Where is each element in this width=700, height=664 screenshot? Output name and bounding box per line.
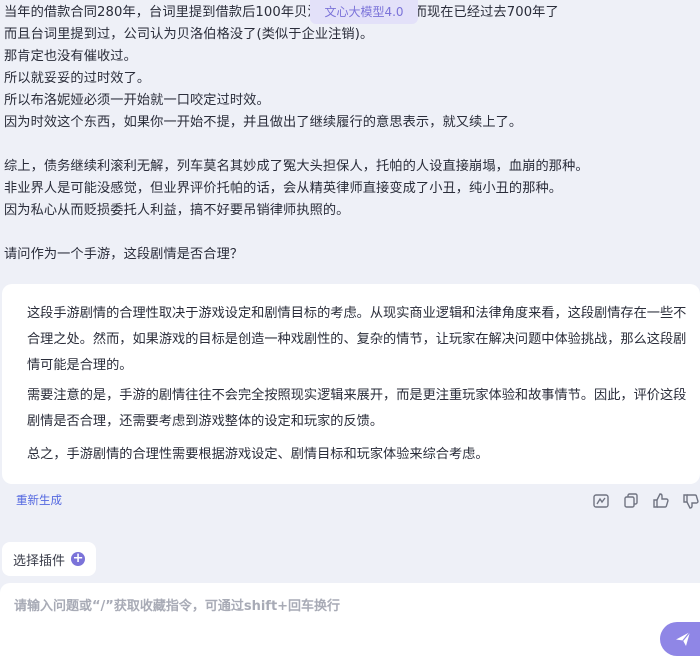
user-message-question: 请问作为一个手游，这段剧情是否合理？ bbox=[4, 247, 244, 262]
answer-footer: 重新生成 bbox=[0, 490, 700, 512]
user-message-blank-line bbox=[4, 222, 694, 244]
user-message-blank-line bbox=[4, 134, 694, 156]
thumbs-down-icon[interactable] bbox=[682, 492, 700, 510]
user-message-line: 所以就妥妥的过时效了。 bbox=[4, 71, 151, 86]
user-message-line: 而且台词里提到过，公司认为贝洛伯格没了(类似于企业注销)。 bbox=[4, 27, 374, 42]
thumbs-up-icon[interactable] bbox=[652, 492, 670, 510]
answer-paragraph: 这段手游剧情的合理性取决于游戏设定和剧情目标的考虑。从现实商业逻辑和法律角度来看… bbox=[27, 306, 687, 373]
send-icon bbox=[676, 631, 691, 646]
answer-actions bbox=[592, 492, 700, 510]
select-plugin-button[interactable]: 选择插件 + bbox=[2, 542, 96, 576]
copy-icon[interactable] bbox=[622, 492, 640, 510]
select-plugin-label: 选择插件 bbox=[13, 553, 66, 569]
user-message-line: 因为私心从而贬损委托人利益，搞不好要吊销律师执照的。 bbox=[4, 203, 350, 218]
answer-card: 这段手游剧情的合理性取决于游戏设定和剧情目标的考虑。从现实商业逻辑和法律角度来看… bbox=[2, 284, 700, 484]
user-message: 当年的借款合同280年，台词里提到借款后100年贝洛伯格就倒闭了，而现在已经过去… bbox=[4, 2, 694, 266]
send-button[interactable] bbox=[660, 622, 700, 656]
plus-icon: + bbox=[71, 551, 86, 566]
user-message-line: 非业界人是可能没感觉，但业界评价托帕的话，会从精英律师直接变成了小丑，纯小丑的那… bbox=[4, 181, 563, 196]
user-message-line: 综上，债务继续利滚利无解，列车莫名其妙成了冤大头担保人，托帕的人设直接崩塌，血崩… bbox=[4, 159, 589, 174]
answer-paragraph: 总之，手游剧情的合理性需要根据游戏设定、剧情目标和玩家体验来综合考虑。 bbox=[27, 447, 489, 462]
chart-icon[interactable] bbox=[592, 492, 610, 510]
answer-paragraph: 需要注意的是，手游的剧情往往不会完全按照现实逻辑来展开，而是更注重玩家体验和故事… bbox=[27, 388, 687, 429]
user-message-line: 那肯定也没有催收过。 bbox=[4, 49, 137, 64]
model-badge: 文心大模型4.0 bbox=[310, 0, 418, 24]
user-message-line: 所以布洛妮娅必须一开始就一口咬定过时效。 bbox=[4, 93, 270, 108]
chat-input[interactable] bbox=[12, 593, 636, 619]
user-message-line: 因为时效这个东西，如果你一开始不提，并且做出了继续履行的意思表示，就又续上了。 bbox=[4, 115, 523, 130]
chat-input-area bbox=[0, 583, 700, 664]
regenerate-button[interactable]: 重新生成 bbox=[16, 492, 62, 508]
